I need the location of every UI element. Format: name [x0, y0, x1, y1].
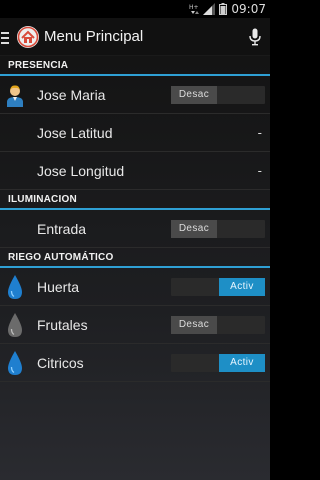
row-label: Jose Longitud — [37, 162, 125, 179]
toggle-label: Desac — [171, 219, 217, 238]
toggle-frutales[interactable]: Desac — [171, 315, 265, 334]
list-item-citricos: Citricos Activ — [0, 344, 270, 382]
toggle-huerta[interactable]: Activ — [171, 277, 265, 296]
latitude-value: - — [257, 125, 262, 140]
toggle-jose-maria[interactable]: Desac — [171, 85, 265, 104]
battery-icon — [219, 3, 228, 15]
toggle-citricos[interactable]: Activ — [171, 353, 265, 372]
hamburger-icon[interactable] — [1, 30, 15, 44]
microphone-icon[interactable] — [240, 28, 270, 46]
list-item-jose-latitud: Jose Latitud - — [0, 114, 270, 152]
longitude-value: - — [257, 163, 262, 178]
water-drop-blue-icon — [0, 344, 30, 382]
section-header-riego: RIEGO AUTOMÁTICO — [0, 248, 270, 268]
toggle-label: Activ — [219, 353, 265, 372]
section-header-presencia: PRESENCIA — [0, 56, 270, 76]
toggle-label: Desac — [171, 85, 217, 104]
signal-icon — [203, 3, 216, 15]
list-item-huerta: Huerta Activ — [0, 268, 270, 306]
list-item-jose-maria: Jose Maria Desac — [0, 76, 270, 114]
list-item-entrada: Entrada Desac — [0, 210, 270, 248]
toggle-label: Desac — [171, 315, 217, 334]
status-bar: H+ 09:07 — [0, 0, 270, 18]
list-item-frutales: Frutales Desac — [0, 306, 270, 344]
water-drop-blue-icon — [0, 268, 30, 306]
row-label: Jose Latitud — [37, 124, 113, 141]
action-bar: Menu Principal — [0, 18, 270, 56]
data-hplus-icon: H+ — [189, 3, 200, 15]
clock-time: 09:07 — [231, 2, 266, 16]
toggle-entrada[interactable]: Desac — [171, 219, 265, 238]
main-content: PRESENCIA Jose Maria Desac Jose Latitud … — [0, 56, 270, 480]
person-icon — [0, 76, 30, 114]
water-drop-grey-icon — [0, 306, 30, 344]
section-header-iluminacion: ILUMINACION — [0, 190, 270, 210]
toggle-label: Activ — [219, 277, 265, 296]
list-item-jose-longitud: Jose Longitud - — [0, 152, 270, 190]
page-title: Menu Principal — [44, 28, 144, 45]
home-logo-icon[interactable] — [16, 25, 40, 49]
svg-text:H+: H+ — [189, 4, 199, 11]
